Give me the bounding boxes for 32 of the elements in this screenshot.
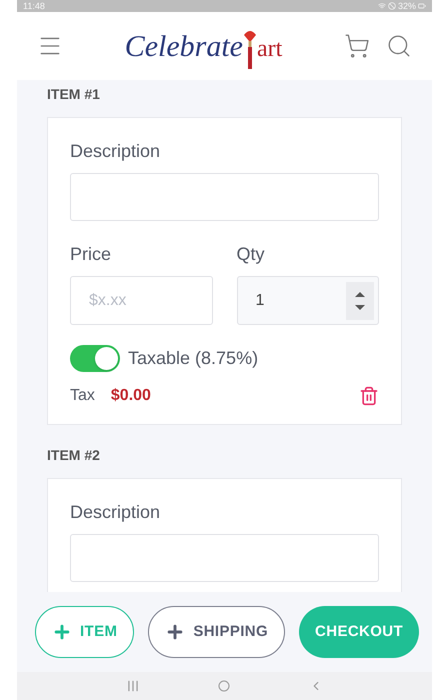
field-label: Qty [236, 243, 266, 266]
taxable-toggle[interactable] [70, 345, 120, 372]
plus-icon [165, 622, 186, 642]
field-label: Price [70, 243, 112, 266]
description-field[interactable] [70, 534, 379, 582]
field-label: Description [70, 140, 162, 163]
up-down-arrows-icon[interactable] [346, 282, 374, 320]
trash-icon[interactable] [359, 386, 379, 406]
quantity-stepper[interactable]: 1 [236, 276, 379, 325]
item-heading: ITEM #2 [47, 446, 101, 465]
field-label: Description [70, 501, 162, 524]
quantity-value: 1 [256, 290, 266, 310]
description-field[interactable] [70, 173, 379, 221]
blocked-icon [388, 2, 396, 10]
wifi-icon [378, 2, 386, 10]
logo-accent: art [257, 34, 282, 64]
taxable-label: Taxable (8.75%) [128, 347, 258, 370]
plus-icon [52, 622, 72, 642]
item-heading: ITEM #1 [47, 85, 101, 104]
tax-amount: $0.00 [110, 386, 152, 406]
home-icon[interactable] [218, 680, 230, 692]
tax-label: Tax [70, 386, 95, 406]
price-field[interactable]: $x.xx [70, 276, 212, 325]
status-time: 11:48 [23, 2, 45, 10]
battery-percent: 32% [398, 2, 416, 10]
paintbrush-icon [243, 28, 257, 68]
logo-text: Celebrate [124, 28, 243, 64]
add-button[interactable]: SHIPPING [148, 606, 286, 658]
cart-icon[interactable] [344, 33, 370, 59]
battery-icon [418, 2, 426, 10]
recent-apps-icon[interactable] [126, 679, 140, 693]
search-icon[interactable] [386, 33, 412, 59]
